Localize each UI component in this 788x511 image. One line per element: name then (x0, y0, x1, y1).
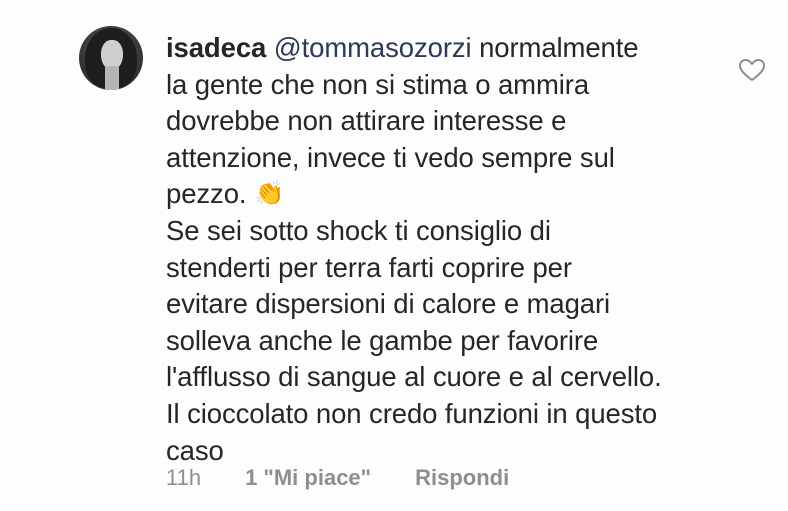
comment-line: Se sei sotto shock ti consiglio di (166, 214, 551, 246)
comment-timestamp: 11h (166, 465, 202, 490)
comment-text: normalmente (471, 32, 639, 63)
comment-line: stenderti per terra farti coprire per (166, 251, 572, 283)
comment-line: pezzo. 👏 (166, 176, 726, 213)
comment-line-1: isadeca @tommasozorzi normalmente (166, 30, 726, 67)
comment-body: isadeca @tommasozorzi normalmente la gen… (166, 30, 726, 469)
avatar[interactable] (79, 26, 143, 90)
comment-line: solleva anche le gambe per favorire (166, 324, 599, 356)
username-link[interactable]: isadeca (166, 32, 266, 63)
comment-line: Il cioccolato non credo funzioni in ques… (166, 397, 658, 429)
likes-count-button[interactable]: 1 "Mi piace" (245, 465, 371, 491)
heart-outline-icon[interactable] (738, 58, 766, 82)
comment-text: pezzo. (166, 178, 247, 210)
mention-link[interactable]: @tommasozorzi (274, 32, 472, 63)
comment-line: l'afflusso di sangue al cuore e al cerve… (166, 361, 662, 393)
clapping-hands-icon: 👏 (254, 180, 285, 208)
comment-line: caso (166, 434, 224, 466)
comment-line: la gente che non si stima o ammira (166, 68, 590, 100)
comment-item: isadeca @tommasozorzi normalmente la gen… (0, 0, 788, 511)
avatar-neck (105, 66, 119, 90)
comment-line: evitare dispersioni di calore e magari (166, 288, 611, 320)
comment-line: dovrebbe non attirare interesse e (166, 105, 567, 137)
comment-line: attenzione, invece ti vedo sempre sul (166, 141, 615, 173)
reply-button[interactable]: Rispondi (415, 465, 509, 491)
comment-meta: 11h 1 "Mi piace" Rispondi (166, 465, 509, 491)
